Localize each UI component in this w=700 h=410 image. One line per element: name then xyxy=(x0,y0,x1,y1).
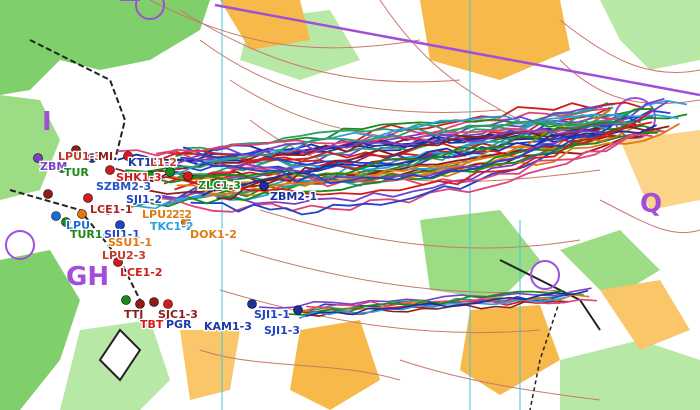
route-label: MI xyxy=(98,150,113,163)
route-label: SJI1-1 xyxy=(254,308,290,321)
route-start-dot[interactable] xyxy=(293,305,303,315)
big-label-q: Q xyxy=(640,189,662,219)
route-label: SZBM2-3 xyxy=(96,180,151,193)
route-label: ZLC1-3 xyxy=(198,179,241,192)
route-label: PGR xyxy=(166,318,192,331)
route-start-dot[interactable] xyxy=(259,181,269,191)
route-label: LPU2-3 xyxy=(102,249,146,262)
big-label-i: I xyxy=(42,107,52,137)
route-label: LCE1-1 xyxy=(90,203,132,216)
route-label: TKC1-2 xyxy=(150,220,193,233)
route-start-dot[interactable] xyxy=(83,193,93,203)
route-start-dot[interactable] xyxy=(121,295,131,305)
route-start-dot[interactable] xyxy=(51,211,61,221)
route-label: SSU1-1 xyxy=(108,236,152,249)
route-label: LCE1-2 xyxy=(120,266,162,279)
route-label: SJI1-3 xyxy=(264,324,300,337)
big-label-gh: GH xyxy=(66,262,109,292)
route-label: TBT xyxy=(140,318,164,331)
route-label: ZBM2-1 xyxy=(270,190,317,203)
route-start-dot[interactable] xyxy=(183,171,193,181)
route-start-dot[interactable] xyxy=(77,209,87,219)
route-start-dot[interactable] xyxy=(105,165,115,175)
route-start-dot[interactable] xyxy=(149,297,159,307)
map-canvas[interactable]: GH I Q LPU1-3 MI ZBM TUR SHK1-3 SZBM2-3 … xyxy=(0,0,700,410)
route-start-dot[interactable] xyxy=(43,189,53,199)
orienteering-map[interactable]: GH I Q LPU1-3 MI ZBM TUR SHK1-3 SZBM2-3 … xyxy=(0,0,700,410)
route-label: DOK1-2 xyxy=(190,228,237,241)
route-label: L1-2 xyxy=(150,156,177,169)
route-label: TUR xyxy=(64,166,89,179)
route-label: KAM1-3 xyxy=(204,320,252,333)
